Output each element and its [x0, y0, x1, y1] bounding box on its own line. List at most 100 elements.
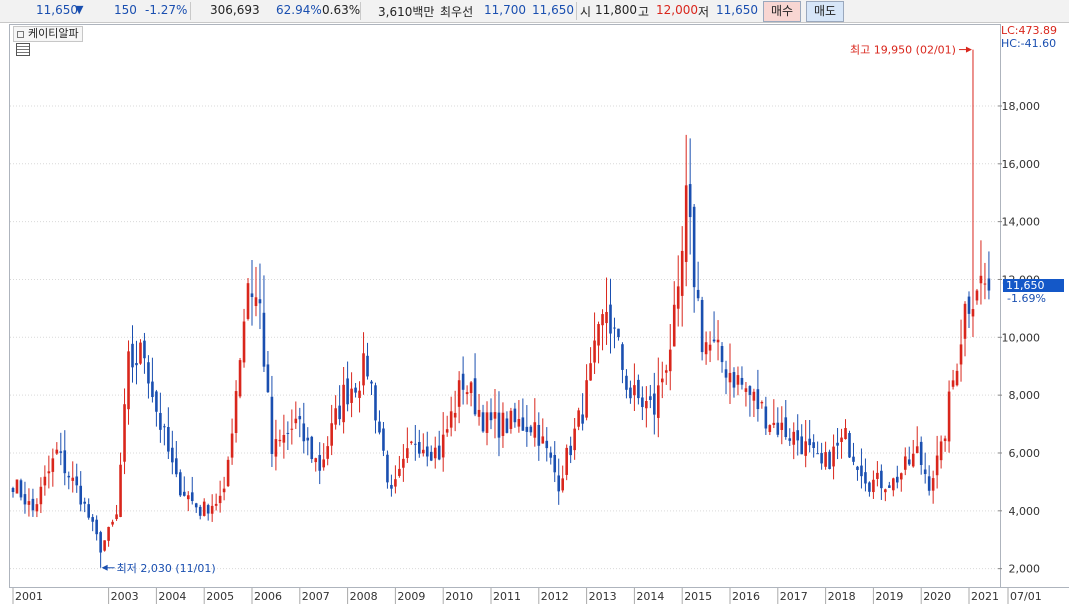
candle-body: [330, 423, 333, 446]
candle-body: [278, 439, 282, 442]
candle-body: [772, 422, 776, 425]
candle-body: [489, 412, 493, 421]
candle-body: [322, 459, 325, 468]
candle-body: [641, 397, 644, 408]
candle-body: [505, 418, 509, 433]
candle-body: [541, 436, 545, 444]
candle-body: [342, 384, 345, 423]
candle-body: [943, 438, 947, 442]
lc-label: LC:473.89: [1001, 24, 1058, 37]
y-tick-label: 8,000: [1009, 389, 1041, 402]
current-price-tag: 11,650: [1003, 279, 1064, 292]
candle-body: [625, 375, 628, 390]
candle-body: [282, 434, 286, 443]
candle-body: [724, 369, 728, 378]
candle-body: [712, 339, 716, 342]
candle-body: [561, 478, 564, 491]
candle-body: [633, 385, 636, 396]
candle-body: [206, 505, 210, 514]
candle-body: [190, 492, 194, 502]
chart-title-box[interactable]: 케이티알파: [13, 26, 83, 42]
candle-body: [171, 447, 174, 463]
candle-body: [963, 303, 967, 339]
candle-body: [577, 410, 580, 427]
candle-body: [545, 440, 549, 449]
candle-body: [394, 479, 397, 487]
candle-body: [597, 324, 600, 346]
candle-body: [660, 378, 664, 383]
candle-body: [617, 328, 620, 338]
candle-body: [310, 436, 314, 460]
candle-body: [780, 422, 784, 430]
current-price-pct: -1.69%: [1007, 292, 1046, 305]
candle-body: [700, 299, 704, 353]
candle-body: [338, 405, 341, 420]
candle-body: [67, 475, 71, 478]
candle-body: [111, 521, 114, 525]
candle-body: [477, 409, 481, 417]
candle-body: [947, 391, 951, 442]
candle-body: [83, 501, 86, 504]
candle-body: [386, 454, 389, 483]
candle-body: [744, 388, 748, 392]
candle-body: [768, 425, 772, 433]
y-tick-label: 2,000: [1009, 563, 1041, 576]
candle-body: [967, 296, 971, 314]
candle-body: [250, 293, 254, 298]
candle-body: [27, 501, 31, 505]
candle-body: [139, 342, 142, 364]
candle-body: [346, 378, 349, 405]
candle-body: [824, 452, 827, 467]
hc-label: HC:-41.60: [1001, 37, 1057, 50]
candle-body: [358, 390, 361, 398]
candle-body: [708, 344, 712, 351]
checkbox-icon[interactable]: [17, 30, 24, 38]
candle-body: [266, 364, 270, 393]
candle-body: [613, 327, 616, 329]
candle-body: [175, 458, 178, 475]
candle-body: [888, 485, 891, 488]
candle-body: [445, 429, 449, 433]
candle-body: [298, 416, 302, 420]
candle-body: [832, 446, 835, 467]
candle-body: [242, 321, 246, 363]
candle-body: [955, 370, 959, 386]
candle-body: [182, 491, 186, 496]
candle-body: [441, 434, 445, 458]
candle-body: [716, 339, 720, 343]
y-tick-label: 16,000: [1002, 158, 1041, 171]
candle-body: [971, 309, 975, 317]
table-icon[interactable]: [16, 43, 30, 56]
x-axis: [9, 587, 1069, 612]
candle-body: [421, 449, 425, 454]
candle-body: [573, 428, 576, 451]
candle-body: [876, 472, 879, 479]
candle-body: [704, 342, 708, 355]
candle-body: [836, 442, 839, 446]
candle-body: [589, 363, 592, 381]
candle-body: [202, 501, 206, 516]
candle-body: [167, 427, 170, 452]
candle-body: [645, 401, 648, 409]
candle-body: [75, 476, 79, 486]
candle-body: [334, 408, 337, 425]
candle-body: [979, 275, 983, 284]
candle-body: [637, 379, 640, 399]
candle-body: [354, 387, 357, 393]
candle-body: [533, 422, 537, 438]
candle-body: [469, 382, 473, 394]
candle-body: [15, 479, 19, 494]
candle-body: [896, 476, 899, 483]
candle-body: [318, 455, 322, 471]
candle-body: [382, 428, 385, 451]
candle-body: [230, 433, 234, 458]
candle-body: [856, 466, 859, 470]
candle-body: [457, 380, 461, 407]
candle-body: [497, 412, 501, 438]
candle-body: [892, 478, 895, 491]
high-arrow-icon: [965, 46, 972, 53]
candle-body: [402, 458, 405, 468]
candle-body: [246, 283, 250, 319]
candle-body: [374, 385, 377, 421]
candle-body: [398, 468, 401, 476]
